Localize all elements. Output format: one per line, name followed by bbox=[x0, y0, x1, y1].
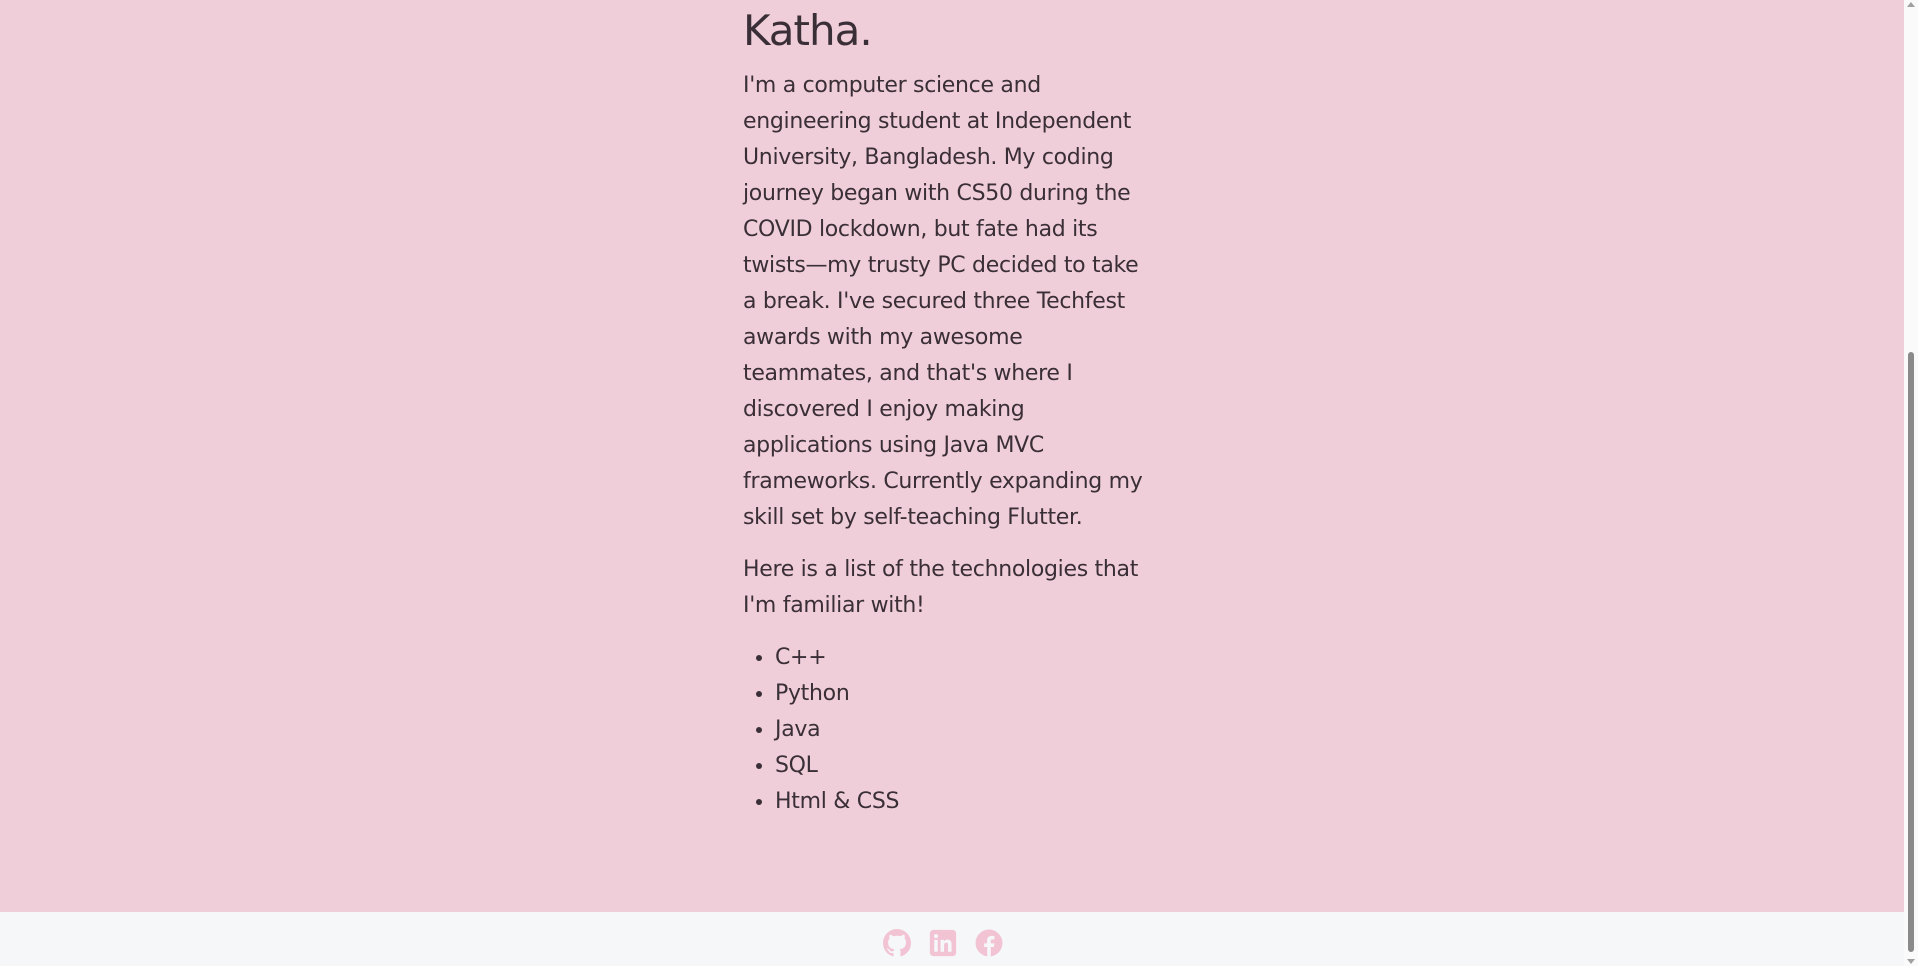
technologies-list: C++ Python Java SQL Html & CSS bbox=[743, 640, 1163, 820]
list-item: Python bbox=[775, 676, 1163, 712]
social-links bbox=[883, 929, 1003, 957]
bio-paragraph: I'm a computer science and engineering s… bbox=[743, 73, 1143, 530]
list-item: Java bbox=[775, 712, 1163, 748]
scroll-down-arrow-icon[interactable] bbox=[1907, 959, 1915, 964]
page-title: Katha. bbox=[743, 6, 873, 55]
page: Katha. I'm a computer science and engine… bbox=[0, 0, 1904, 912]
linkedin-icon[interactable] bbox=[929, 929, 957, 957]
list-item: Html & CSS bbox=[775, 784, 1163, 820]
list-item: C++ bbox=[775, 640, 1163, 676]
github-icon[interactable] bbox=[883, 929, 911, 957]
main-content: Katha. I'm a computer science and engine… bbox=[743, 0, 1163, 820]
scrollbar-thumb[interactable] bbox=[1908, 352, 1914, 952]
scrollbar[interactable] bbox=[1904, 0, 1918, 966]
footer bbox=[0, 912, 1904, 966]
facebook-icon[interactable] bbox=[975, 929, 1003, 957]
list-item: SQL bbox=[775, 748, 1163, 784]
technologies-intro: Here is a list of the technologies that … bbox=[743, 557, 1139, 618]
scroll-up-arrow-icon[interactable] bbox=[1907, 2, 1915, 7]
